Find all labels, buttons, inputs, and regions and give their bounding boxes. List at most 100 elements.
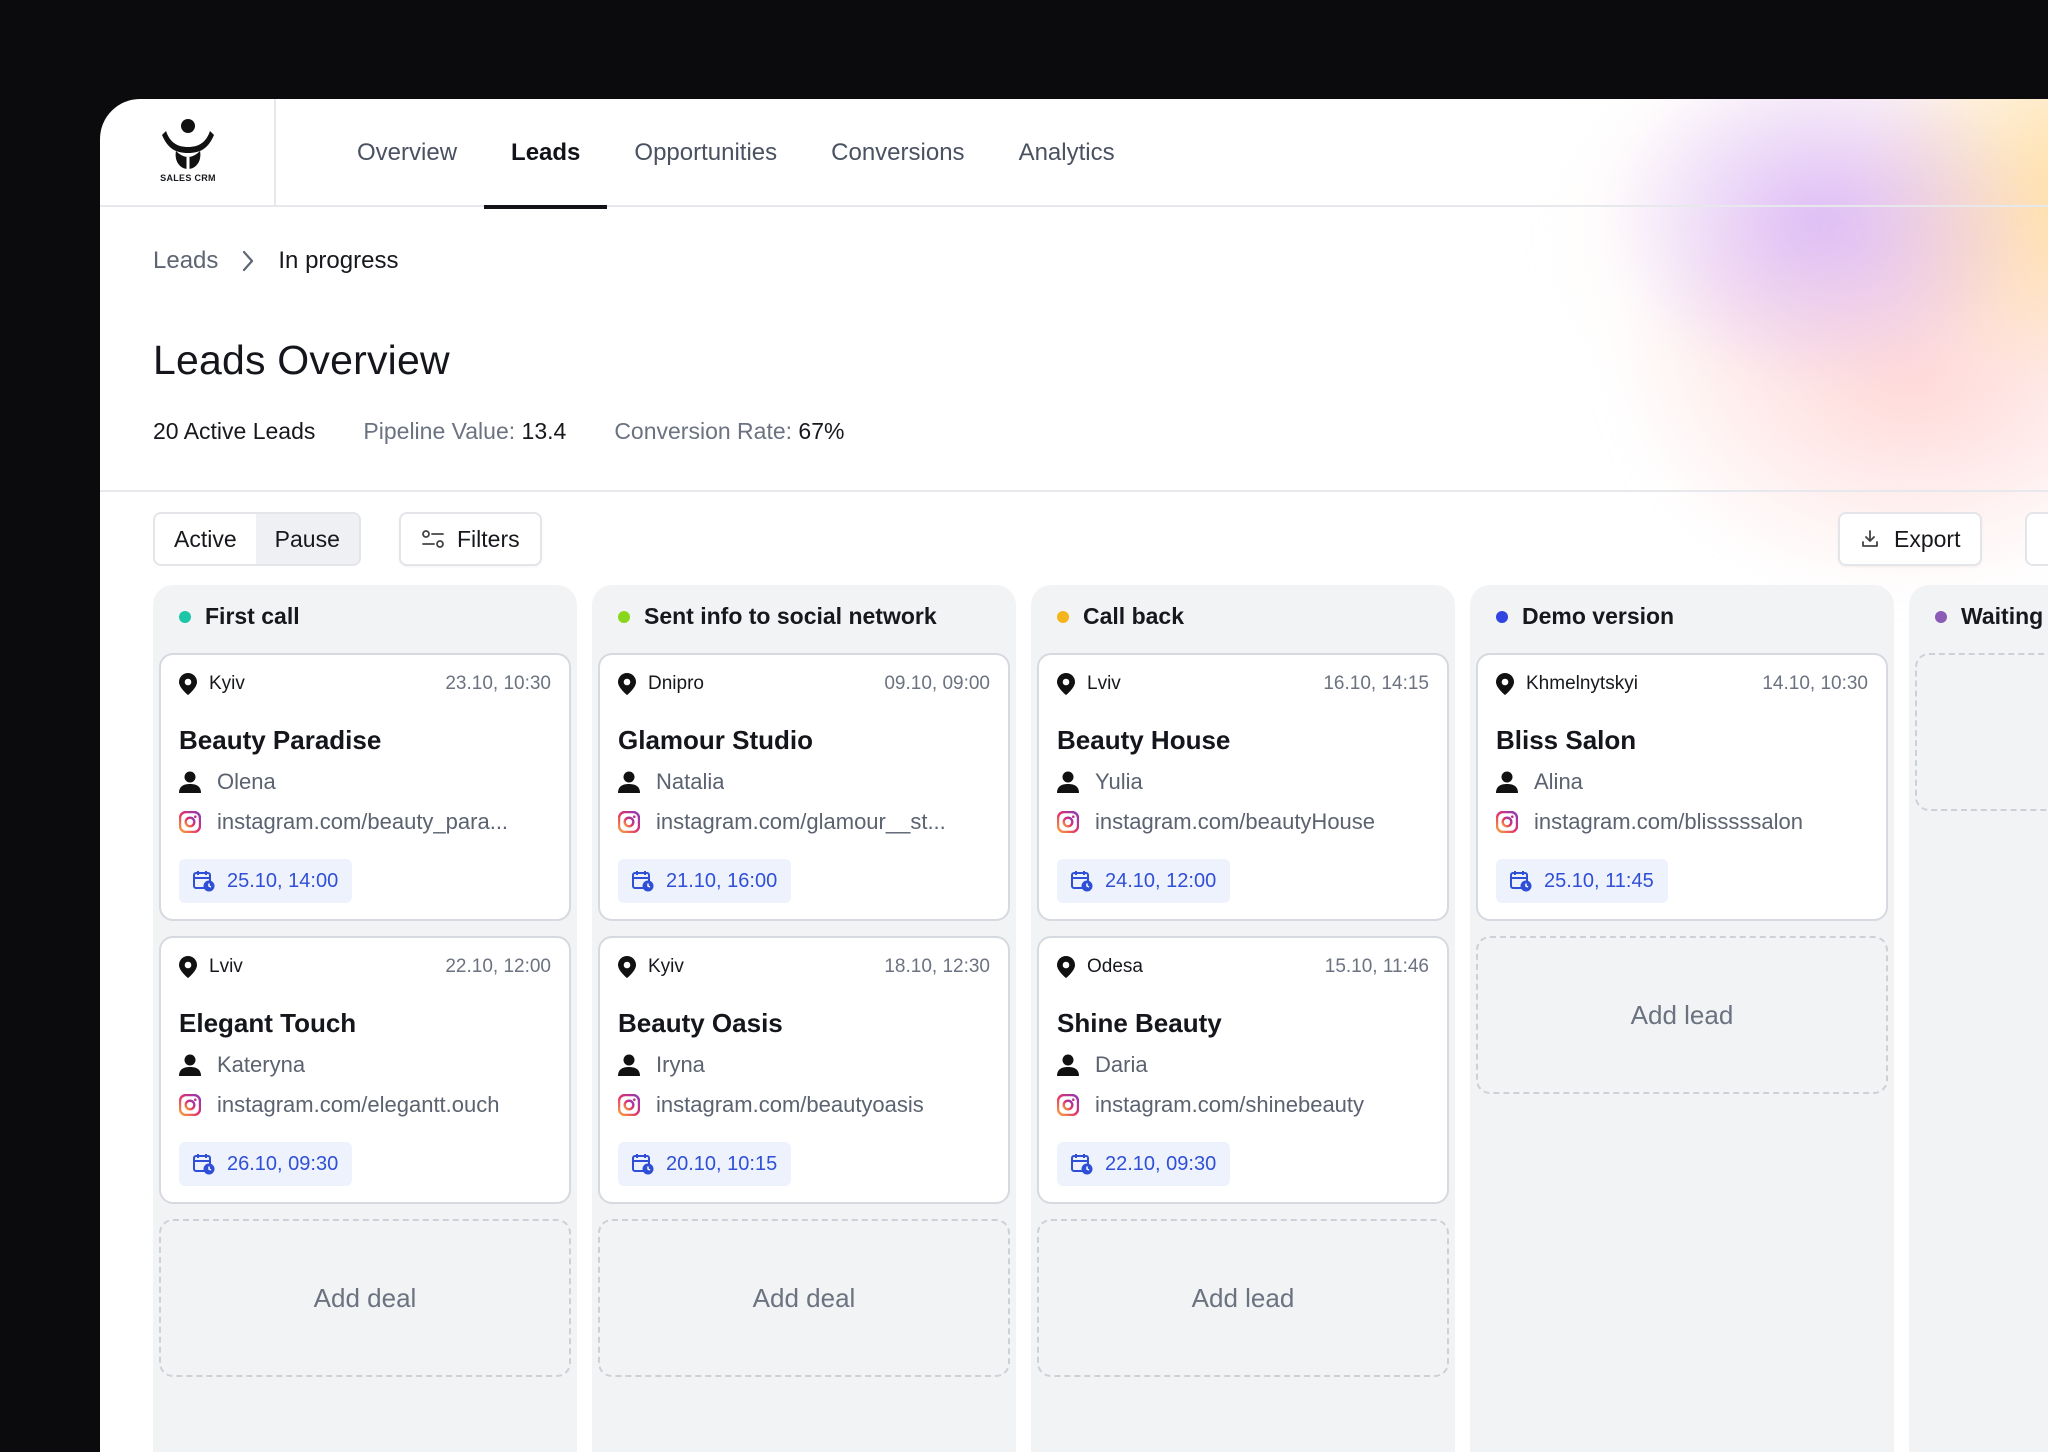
stat-pipeline-label: Pipeline Value: <box>363 418 516 444</box>
card-contact: Yulia <box>1057 769 1435 795</box>
column-demo-version: Demo version Khmelnytskyi 14.10, 10:30 B… <box>1470 585 1894 1452</box>
segment-active[interactable]: Active <box>155 514 256 564</box>
card-contact: Daria <box>1057 1052 1435 1078</box>
meeting-badge: 25.10, 11:45 <box>1496 859 1668 903</box>
card-location: Lviv <box>179 956 243 978</box>
meeting-date: 24.10, 12:00 <box>1105 869 1217 892</box>
stat-active-leads: 20 Active Leads <box>153 418 316 444</box>
stats-bar: 20 Active Leads Pipeline Value: 13.4 Con… <box>153 418 892 445</box>
meeting-badge: 26.10, 09:30 <box>179 1142 353 1186</box>
filters-button[interactable]: Filters <box>399 512 542 566</box>
card-date: 09.10, 09:00 <box>884 673 990 694</box>
location-pin-icon <box>1057 673 1075 695</box>
stat-conversion-label: Conversion Rate: <box>614 418 793 444</box>
instagram-link: instagram.com/beauty_para... <box>217 809 509 834</box>
calendar-clock-icon <box>193 871 215 892</box>
column-header: Waiting <box>1935 603 2043 630</box>
column-header: Demo version <box>1496 603 1674 630</box>
lead-card[interactable]: Lviv 22.10, 12:00 Elegant Touch Kateryna… <box>159 936 571 1204</box>
column-header: Sent info to social network <box>618 603 937 630</box>
lead-card[interactable]: Odesa 15.10, 11:46 Shine Beauty Daria in… <box>1037 936 1449 1204</box>
card-location: Lviv <box>1057 673 1121 695</box>
card-name: Glamour Studio <box>618 725 813 755</box>
card-city: Lviv <box>1087 673 1121 694</box>
card-instagram[interactable]: instagram.com/beautyoasis <box>618 1092 996 1118</box>
user-icon <box>618 1054 640 1076</box>
column-title: Demo version <box>1522 603 1675 629</box>
instagram-link: instagram.com/shinebeauty <box>1095 1092 1365 1117</box>
card-instagram[interactable]: instagram.com/beauty_para... <box>179 809 557 835</box>
status-dot <box>618 610 630 623</box>
lead-card[interactable]: Lviv 16.10, 14:15 Beauty House Yulia ins… <box>1037 653 1449 921</box>
card-instagram[interactable]: instagram.com/elegantt.ouch <box>179 1092 557 1118</box>
instagram-icon <box>1057 1094 1079 1116</box>
card-instagram[interactable]: instagram.com/beautyHouse <box>1057 809 1435 835</box>
tab-conversions[interactable]: Conversions <box>804 99 991 207</box>
add-lead-button[interactable]: Add lead <box>1037 1219 1449 1377</box>
logo[interactable]: SALES CRM <box>100 99 276 207</box>
card-date: 16.10, 14:15 <box>1323 673 1429 694</box>
contact-name: Daria <box>1095 1052 1148 1077</box>
location-pin-icon <box>618 956 636 978</box>
location-pin-icon <box>1057 956 1075 978</box>
card-city: Odesa <box>1087 956 1143 977</box>
card-city: Khmelnytskyi <box>1526 673 1638 694</box>
tab-analytics[interactable]: Analytics <box>992 99 1142 207</box>
card-instagram[interactable]: instagram.com/blisssssalon <box>1496 809 1874 835</box>
tab-leads[interactable]: Leads <box>484 99 608 209</box>
tab-overview[interactable]: Overview <box>330 99 484 207</box>
instagram-link: instagram.com/glamour__st... <box>656 809 946 834</box>
user-icon <box>1057 771 1079 793</box>
download-icon <box>1862 530 1878 547</box>
card-date: 22.10, 12:00 <box>445 956 551 977</box>
lead-card[interactable]: Khmelnytskyi 14.10, 10:30 Bliss Salon Al… <box>1476 653 1888 921</box>
lead-card[interactable]: Kyiv 23.10, 10:30 Beauty Paradise Olena … <box>159 653 571 921</box>
export-button[interactable]: Export <box>1838 512 1983 566</box>
lead-card[interactable]: Dnipro 09.10, 09:00 Glamour Studio Natal… <box>598 653 1010 921</box>
contact-name: Olena <box>217 769 276 794</box>
card-contact: Alina <box>1496 769 1874 795</box>
meeting-date: 22.10, 09:30 <box>1105 1152 1217 1175</box>
export-label: Export <box>1894 525 1961 552</box>
card-location: Kyiv <box>179 673 245 695</box>
card-city: Lviv <box>209 956 243 977</box>
toolbar-extra-button[interactable] <box>2025 512 2048 566</box>
page-title: Leads Overview <box>153 337 450 383</box>
location-pin-icon <box>1496 673 1514 695</box>
lead-card[interactable]: Kyiv 18.10, 12:30 Beauty Oasis Iryna ins… <box>598 936 1010 1204</box>
card-date: 14.10, 10:30 <box>1762 673 1868 694</box>
contact-name: Kateryna <box>217 1052 306 1077</box>
add-deal-button[interactable]: Add deal <box>159 1219 571 1377</box>
breadcrumb-current: In progress <box>278 247 399 274</box>
card-name: Elegant Touch <box>179 1008 357 1038</box>
status-dot <box>1496 610 1508 623</box>
card-instagram[interactable]: instagram.com/glamour__st... <box>618 809 996 835</box>
card-city: Dnipro <box>648 673 704 694</box>
stat-pipeline-value: 13.4 <box>521 418 567 444</box>
instagram-icon <box>179 1094 201 1116</box>
add-lead-placeholder[interactable] <box>1915 653 2048 811</box>
add-lead-button[interactable]: Add lead <box>1476 936 1888 1094</box>
card-instagram[interactable]: instagram.com/shinebeauty <box>1057 1092 1435 1118</box>
instagram-icon <box>618 811 640 833</box>
calendar-clock-icon <box>1071 871 1093 892</box>
logo-icon <box>162 119 214 169</box>
column-title: Waiting <box>1961 603 2044 629</box>
user-icon <box>618 771 640 793</box>
card-name: Bliss Salon <box>1496 725 1637 755</box>
user-icon <box>1496 771 1518 793</box>
contact-name: Yulia <box>1095 769 1143 794</box>
add-deal-button[interactable]: Add deal <box>598 1219 1010 1377</box>
card-date: 23.10, 10:30 <box>445 673 551 694</box>
tab-opportunities[interactable]: Opportunities <box>607 99 804 207</box>
card-name: Beauty Oasis <box>618 1008 783 1038</box>
breadcrumb-root[interactable]: Leads <box>153 247 218 275</box>
segment-pause[interactable]: Pause <box>255 514 359 564</box>
card-city: Kyiv <box>209 673 245 694</box>
meeting-badge: 20.10, 10:15 <box>618 1142 792 1186</box>
instagram-icon <box>618 1094 640 1116</box>
calendar-clock-icon <box>632 871 654 892</box>
filters-label: Filters <box>457 525 520 552</box>
instagram-icon <box>1496 811 1518 833</box>
card-location: Khmelnytskyi <box>1496 673 1638 695</box>
